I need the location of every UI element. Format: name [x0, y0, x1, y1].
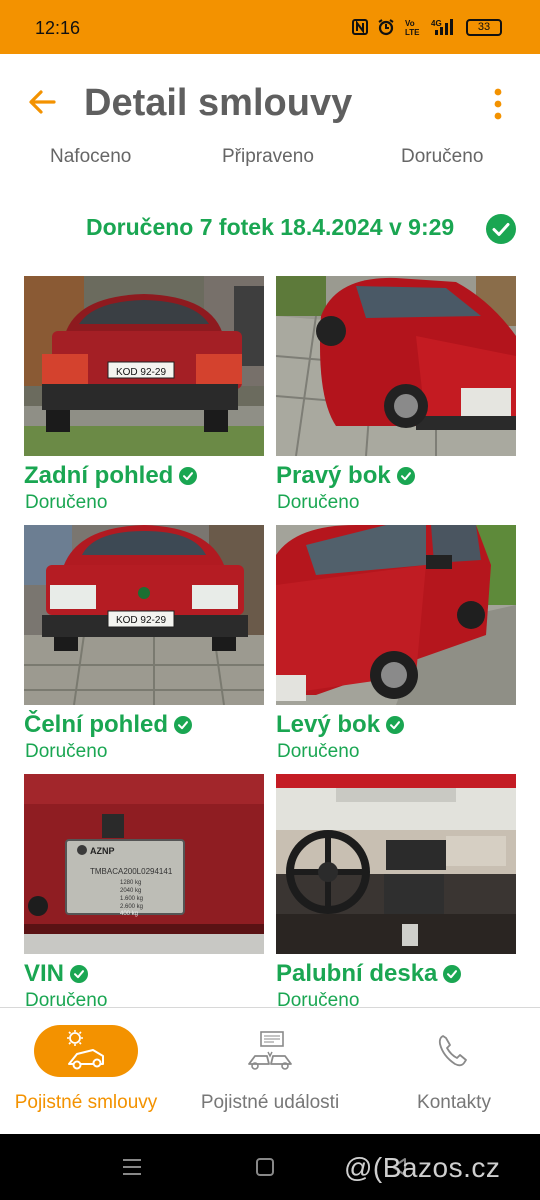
svg-text:LTE: LTE	[405, 28, 420, 37]
svg-text:Vo: Vo	[405, 19, 415, 28]
photo-card-rear[interactable]: KOD 92-29 Zadní pohled Doručeno	[24, 276, 264, 516]
more-vertical-icon	[494, 88, 502, 120]
car-insurance-icon	[67, 1030, 104, 1070]
page-title: Detail smlouvy	[84, 82, 353, 124]
signal-4g-icon: 4G	[431, 19, 453, 35]
photo-dashboard	[276, 774, 516, 954]
photo-card-right-side[interactable]: Pravý bok Doručeno	[276, 276, 516, 516]
nav-item-contacts[interactable]: Kontakty	[368, 1008, 540, 1134]
photo-card-left-side[interactable]: Levý bok Doručeno	[276, 525, 516, 765]
nav-label: Kontakty	[417, 1092, 491, 1113]
progress-steps: Nafoceno Připraveno Doručeno	[0, 140, 540, 170]
photo-vin-plate: AZNP TMBACA200L0294141 1280 kg 2040 kg 1…	[24, 774, 264, 954]
photo-title: Levý bok	[276, 711, 405, 739]
nav-item-insurance-events[interactable]: Pojistné události	[172, 1008, 368, 1134]
check-circle-icon	[70, 965, 89, 983]
recent-apps-button[interactable]	[119, 1154, 145, 1180]
battery-icon: 33	[466, 18, 502, 36]
car-accident-icon	[248, 1031, 292, 1070]
photo-grid: KOD 92-29 Zadní pohled Doručeno Pravý bo…	[24, 276, 516, 1007]
photo-status: Doručeno	[277, 990, 360, 1007]
app-bar: Detail smlouvy	[0, 54, 540, 150]
more-menu-button[interactable]	[484, 86, 512, 122]
photo-rear-view: KOD 92-29	[24, 276, 264, 456]
photo-title: Zadní pohled	[24, 462, 198, 490]
menu-lines-icon	[123, 1159, 141, 1175]
vin-plate-weight-5: 400 kg	[120, 911, 138, 917]
status-icons: Vo LTE 4G 33	[352, 17, 502, 37]
photo-left-side	[276, 525, 516, 705]
vin-plate-weight-1: 1280 kg	[120, 880, 141, 886]
bottom-navigation: Pojistné smlouvy Pojistné události Konta…	[0, 1008, 540, 1134]
photo-front-view: KOD 92-29	[24, 525, 264, 705]
watermark: @(Bazos.cz	[344, 1152, 501, 1183]
photo-card-vin[interactable]: AZNP TMBACA200L0294141 1280 kg 2040 kg 1…	[24, 774, 264, 1007]
photo-status: Doručeno	[25, 990, 108, 1007]
check-circle-icon	[486, 214, 516, 244]
back-button[interactable]	[24, 84, 60, 120]
nfc-icon	[352, 19, 368, 35]
vin-plate-weight-3: 1.600 kg	[120, 896, 143, 902]
check-circle-icon	[396, 467, 415, 485]
home-button[interactable]	[252, 1154, 278, 1180]
arrow-left-icon	[29, 90, 56, 114]
photo-title: Čelní pohled	[24, 711, 192, 739]
delivered-summary: Doručeno 7 fotek 18.4.2024 v 9:29	[86, 214, 455, 240]
volte-icon: VoLTE	[405, 19, 420, 37]
vin-plate-vin: TMBACA200L0294141	[90, 867, 173, 876]
photo-status: Doručeno	[25, 492, 108, 513]
check-circle-icon	[443, 965, 462, 983]
plate-text-front: KOD 92-29	[116, 615, 166, 626]
photo-status: Doručeno	[277, 492, 360, 513]
check-circle-icon	[179, 467, 198, 485]
photo-card-front[interactable]: KOD 92-29 Čelní pohled Doručeno	[24, 525, 264, 765]
phone-icon	[438, 1035, 467, 1067]
step-delivered: Doručeno	[401, 146, 484, 167]
nav-item-insurance-contracts[interactable]: Pojistné smlouvy	[0, 1008, 172, 1134]
photo-title: Pravý bok	[276, 462, 415, 490]
check-circle-icon	[174, 716, 192, 734]
square-icon	[256, 1158, 274, 1176]
status-time: 12:16	[35, 18, 81, 38]
check-circle-icon	[386, 716, 405, 734]
photo-title: Palubní deska	[276, 960, 462, 988]
step-prepared: Připraveno	[222, 146, 314, 167]
plate-text-rear: KOD 92-29	[116, 367, 166, 378]
photo-title: VIN	[24, 960, 89, 988]
alarm-icon	[378, 19, 394, 36]
vin-plate-weight-4: 2.600 kg	[120, 904, 143, 910]
status-bar: 12:16 Vo LTE 4G 33	[0, 0, 540, 54]
photo-card-dashboard[interactable]: Palubní deska Doručeno	[276, 774, 516, 1007]
nav-label: Pojistné smlouvy	[14, 1092, 158, 1113]
nav-label: Pojistné události	[200, 1092, 340, 1113]
photo-status: Doručeno	[277, 741, 360, 762]
photo-status: Doručeno	[25, 741, 108, 762]
vin-plate-maker: AZNP	[90, 846, 115, 856]
svg-text:4G: 4G	[431, 19, 442, 28]
vin-plate-weight-2: 2040 kg	[120, 888, 141, 894]
step-photographed: Nafoceno	[50, 146, 132, 167]
photo-right-side	[276, 276, 516, 456]
